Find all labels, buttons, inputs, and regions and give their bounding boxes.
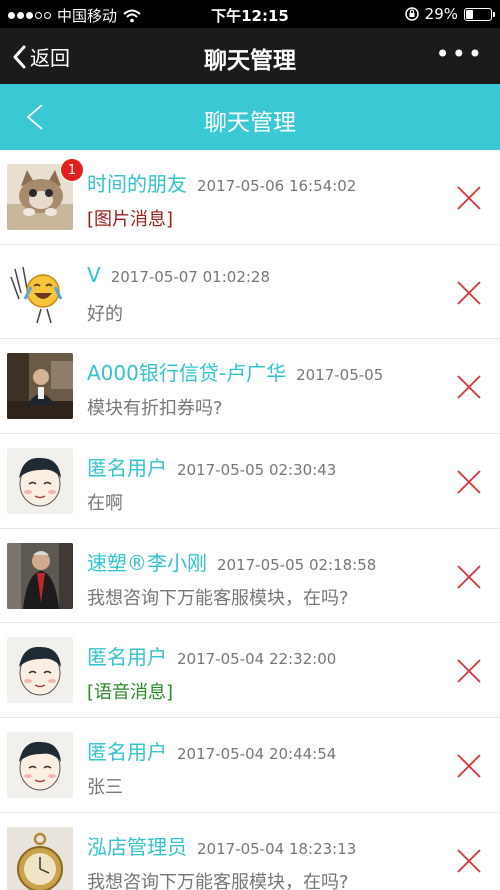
contact-name: 匿名用户 [87, 456, 167, 481]
chat-list-item[interactable]: 匿名用户 2017-05-04 20:44:54 张三 [0, 718, 500, 813]
chat-header: 匿名用户 2017-05-05 02:30:43 [87, 452, 336, 481]
message-time: 2017-05-05 02:18:58 [217, 555, 377, 574]
chat-list-item[interactable]: 匿名用户 2017-05-04 22:32:00 [语音消息] [0, 623, 500, 719]
avatar-photo [7, 542, 73, 609]
page-header: 聊天管理 [0, 84, 500, 150]
contact-name: 速塑®李小刚 [87, 550, 207, 575]
avatar-emoji [7, 258, 73, 325]
delete-icon[interactable] [456, 564, 482, 590]
delete-icon[interactable] [456, 658, 482, 684]
delete-icon[interactable] [456, 753, 482, 779]
chat-header: 匿名用户 2017-05-04 22:32:00 [87, 641, 336, 670]
message-preview: [图片消息] [87, 209, 174, 230]
delete-icon[interactable] [456, 848, 482, 874]
contact-name: 匿名用户 [87, 740, 167, 765]
avatar-cartoon-boy [7, 448, 73, 515]
message-time: 2017-05-06 16:54:02 [197, 177, 357, 195]
battery-percent: 29% [424, 5, 458, 23]
chat-list-item[interactable]: 1 时间的朋友 2017-05-06 16:54:02 [图片消息] [0, 150, 500, 245]
wechat-nav-bar: 返回 聊天管理 ••• [0, 28, 500, 84]
chat-header: 速塑®李小刚 2017-05-05 02:18:58 [87, 547, 376, 576]
message-preview: 张三 [87, 777, 123, 799]
message-time: 2017-05-04 22:32:00 [177, 650, 337, 669]
status-bar: 中国移动 下午12:15 29% [0, 0, 500, 28]
avatar-cartoon-boy [7, 637, 73, 704]
chat-header: 匿名用户 2017-05-04 20:44:54 [87, 736, 336, 765]
chat-header: 泓店管理员 2017-05-04 18:23:13 [87, 831, 356, 860]
battery-icon [464, 7, 495, 21]
contact-name: 匿名用户 [87, 645, 167, 670]
more-options-button[interactable]: ••• [436, 40, 484, 68]
contact-name: 时间的朋友 [87, 172, 187, 196]
unread-badge: 1 [60, 158, 84, 182]
message-preview: 在啊 [87, 493, 123, 515]
avatar-cartoon-boy [7, 732, 73, 799]
contact-name: A000银行信贷-卢广华 [87, 361, 287, 386]
chat-list-item[interactable]: 匿名用户 2017-05-05 02:30:43 在啊 [0, 434, 500, 529]
chat-list: 1 时间的朋友 2017-05-06 16:54:02 [图片消息] V 2017-… [0, 150, 500, 890]
chat-list-item[interactable]: 泓店管理员 2017-05-04 18:23:13 我想咨询下万能客服模块，在吗? [0, 812, 500, 890]
message-preview: 我想咨询下万能客服模块，在吗? [87, 871, 349, 890]
delete-icon[interactable] [456, 469, 482, 495]
message-preview: 我想咨询下万能客服模块，在吗? [87, 587, 349, 609]
delete-icon[interactable] [456, 374, 482, 400]
chat-list-item[interactable]: A000银行信贷-卢广华 2017-05-05 模块有折扣券吗? [0, 339, 500, 435]
message-preview: [语音消息] [87, 682, 174, 704]
page-title: 聊天管理 [204, 110, 296, 136]
contact-name: V [87, 262, 101, 287]
message-time: 2017-05-07 01:02:28 [110, 267, 270, 286]
avatar-photo [7, 353, 73, 420]
chat-header: V 2017-05-07 01:02:28 [87, 263, 270, 287]
chat-header: 时间的朋友 2017-05-06 16:54:02 [87, 168, 356, 197]
status-right: 29% [404, 5, 495, 23]
message-preview: 好的 [87, 303, 123, 325]
delete-icon[interactable] [456, 185, 482, 211]
message-time: 2017-05-05 02:30:43 [177, 461, 337, 480]
avatar-pocket-watch [7, 826, 73, 890]
wechat-nav-title: 聊天管理 [204, 48, 296, 74]
chat-header: A000银行信贷-卢广华 2017-05-05 [87, 357, 383, 386]
message-time: 2017-05-04 18:23:13 [197, 839, 357, 858]
orientation-lock-icon [404, 7, 419, 21]
contact-name: 泓店管理员 [87, 834, 187, 859]
chat-list-item[interactable]: 速塑®李小刚 2017-05-05 02:18:58 我想咨询下万能客服模块，在吗… [0, 528, 500, 624]
delete-icon[interactable] [456, 280, 482, 306]
message-time: 2017-05-04 20:44:54 [177, 745, 337, 764]
chat-list-item[interactable]: V 2017-05-07 01:02:28 好的 [0, 244, 500, 340]
message-time: 2017-05-05 [296, 366, 384, 385]
message-preview: 模块有折扣券吗? [87, 398, 223, 420]
